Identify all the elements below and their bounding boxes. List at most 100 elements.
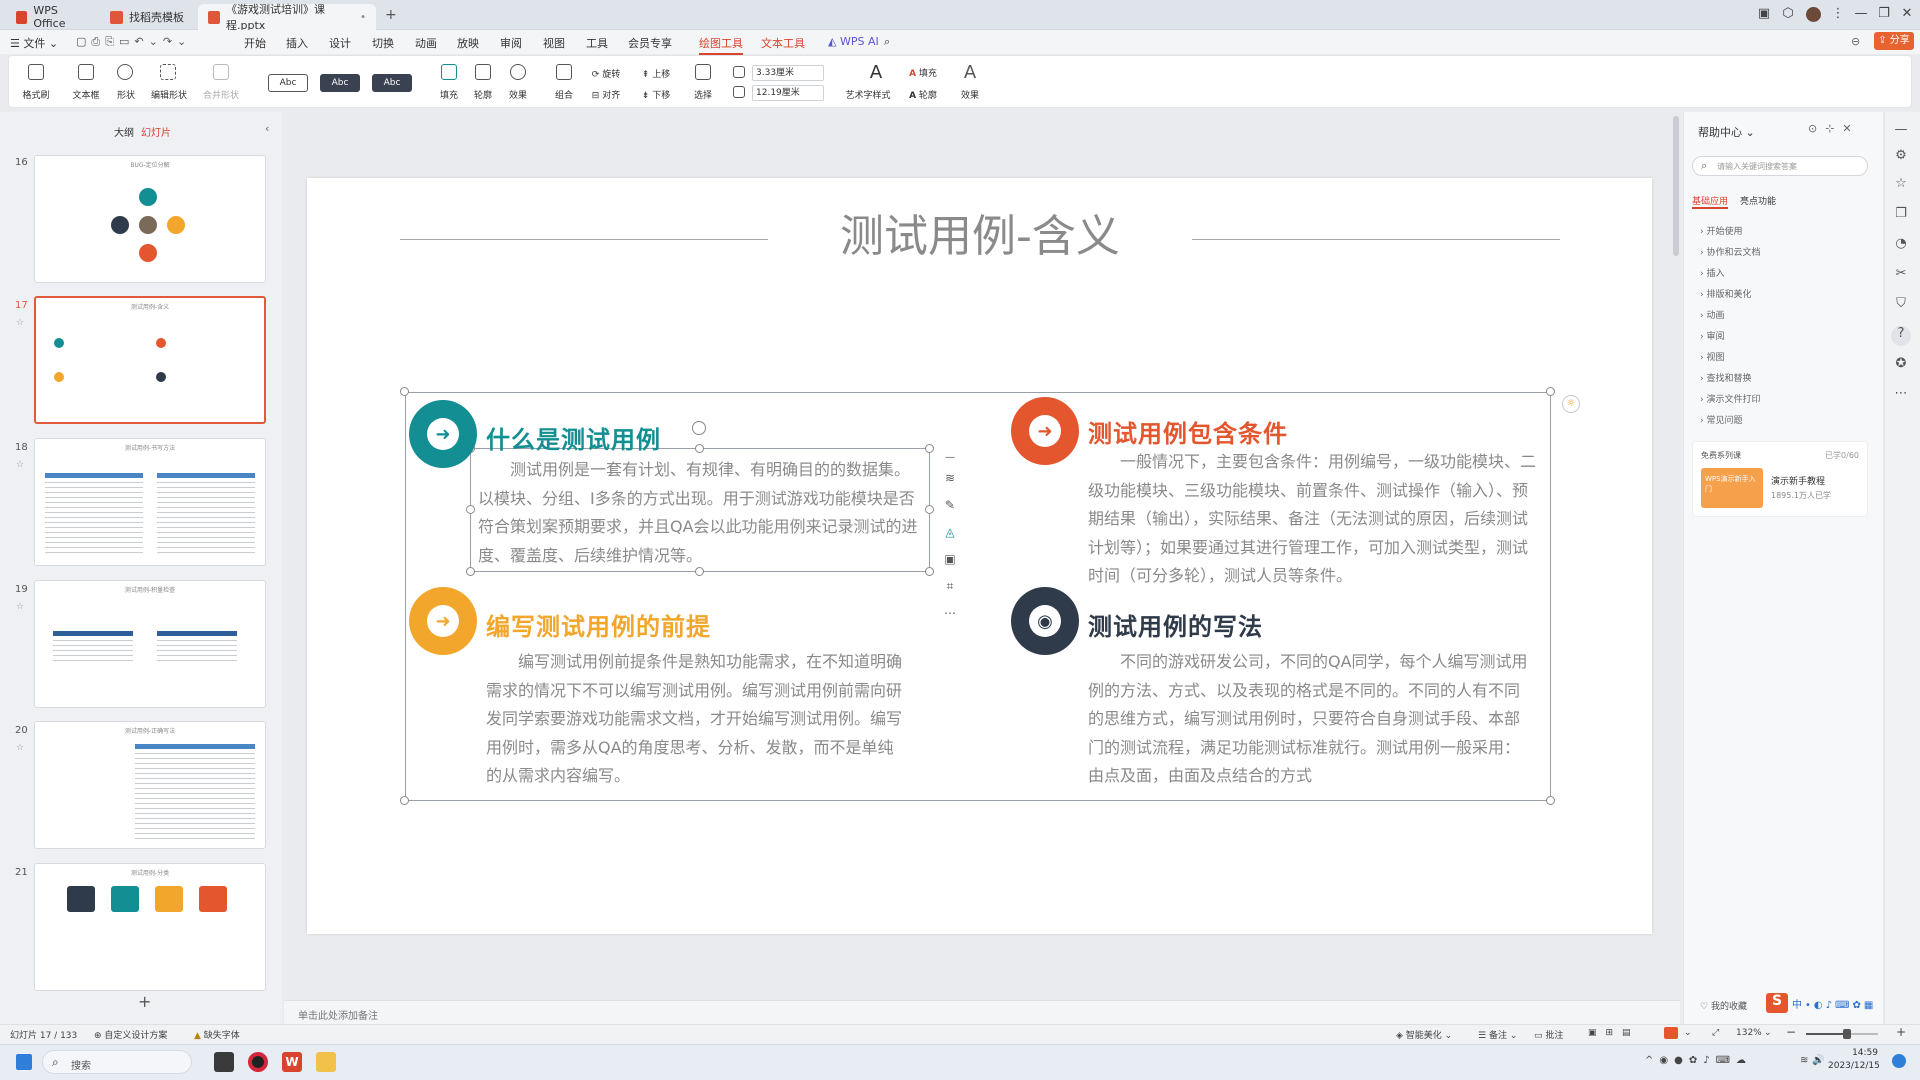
menu-wps-ai[interactable]: ◭ WPS AI xyxy=(828,35,879,48)
tab-basic-apps[interactable]: 基础应用 xyxy=(1692,194,1729,209)
outline-label[interactable]: 轮廓 xyxy=(466,88,500,101)
width-input[interactable]: 12.19厘米 xyxy=(752,85,824,101)
new-tab-icon[interactable]: + xyxy=(385,7,397,23)
add-slide-button[interactable]: + xyxy=(138,992,151,1011)
taskbar-search[interactable]: ⌕ 搜索 xyxy=(42,1050,192,1074)
effect-label[interactable]: 效果 xyxy=(501,88,535,101)
menu-review[interactable]: 审阅 xyxy=(500,35,522,51)
help-search-input[interactable]: ⌕ 请输入关键词搜索答案 xyxy=(1692,156,1868,176)
resize-handle[interactable] xyxy=(1546,387,1555,396)
resize-handle[interactable] xyxy=(466,567,475,576)
help-panel-actions-icons[interactable]: ⊙⊹✕ xyxy=(1808,122,1860,135)
group-label[interactable]: 组合 xyxy=(547,88,581,101)
comment-icon[interactable]: ⊖ xyxy=(1851,35,1860,48)
help-item[interactable]: › 动画 xyxy=(1700,308,1724,321)
windows-start-icon[interactable] xyxy=(16,1054,32,1070)
more-icon[interactable]: ⋯ xyxy=(1891,386,1911,406)
more-icon[interactable]: ⋮ xyxy=(1826,6,1850,21)
slide-thumb-21[interactable]: 测试用例-分类 xyxy=(34,863,266,991)
menu-slideshow[interactable]: 放映 xyxy=(457,35,479,51)
menu-file[interactable]: ☰ 文件 ⌄ xyxy=(10,35,58,51)
menu-design[interactable]: 设计 xyxy=(329,35,351,51)
zoom-level[interactable]: 132% xyxy=(1736,1028,1762,1038)
help-item[interactable]: › 审阅 xyxy=(1700,329,1724,342)
tools-icon[interactable]: ✂ xyxy=(1891,266,1911,286)
resize-handle[interactable] xyxy=(925,505,934,514)
menu-insert[interactable]: 插入 xyxy=(286,35,308,51)
style-preset-3[interactable]: Abc xyxy=(372,74,412,92)
shield-icon[interactable]: ⛉ xyxy=(1891,296,1911,316)
avatar[interactable] xyxy=(1806,7,1821,22)
lightbulb-icon[interactable]: ☼ xyxy=(1562,395,1580,413)
fill-label[interactable]: 填充 xyxy=(432,88,466,101)
menu-animation[interactable]: 动画 xyxy=(415,35,437,51)
notes-toggle[interactable]: ☰ 备注 ⌄ xyxy=(1478,1028,1517,1041)
select-icon[interactable] xyxy=(695,64,711,80)
play-slideshow-icon[interactable] xyxy=(1664,1027,1678,1039)
help-item[interactable]: › 插入 xyxy=(1700,266,1724,279)
tab-slides[interactable]: 幻灯片 xyxy=(141,124,171,139)
help-center-title[interactable]: 帮助中心 ⌄ xyxy=(1698,124,1755,140)
text-fill-button[interactable]: A 填充 xyxy=(900,66,946,79)
border-icon[interactable]: ▣ xyxy=(939,548,961,570)
clock-time[interactable]: 14:59 xyxy=(1838,1048,1878,1058)
group-icon[interactable] xyxy=(556,64,572,80)
system-tray-icons[interactable]: ^◉●✿♪⌨☁ xyxy=(1645,1055,1752,1066)
tab-document[interactable]: 《游戏测试培训》课程.pptx • xyxy=(198,3,376,32)
notes-pane[interactable] xyxy=(284,1000,1680,1024)
text-outline-button[interactable]: A 轮廓 xyxy=(900,88,946,101)
help-item[interactable]: › 视图 xyxy=(1700,350,1724,363)
tab-featured[interactable]: 亮点功能 xyxy=(1740,194,1776,207)
heading-what-is-test-case[interactable]: 什么是测试用例 xyxy=(486,420,661,455)
body-what-is-test-case[interactable]: 测试用例是一套有计划、有规律、有明确目的的数据集。以模块、分组、Ⅰ多条的方式出现… xyxy=(478,456,920,570)
outline-icon[interactable] xyxy=(475,64,491,80)
close-window-icon[interactable]: ✕ xyxy=(1895,6,1919,21)
bring-forward-button[interactable]: ⇞ 上移 xyxy=(636,67,676,80)
text-effect-icon[interactable]: A xyxy=(960,62,980,83)
star-icon[interactable]: ☆ xyxy=(16,460,24,470)
align-button[interactable]: ⊟ 对齐 xyxy=(586,88,626,101)
fit-icon[interactable]: ⤢ xyxy=(1712,1028,1719,1038)
help-item[interactable]: › 演示文件打印 xyxy=(1700,392,1760,405)
menu-home[interactable]: 开始 xyxy=(244,35,266,51)
missing-font-button[interactable]: ▲ 缺失字体 xyxy=(194,1028,240,1041)
tab-template[interactable]: 找稻壳模板 xyxy=(100,4,195,30)
copy-icon[interactable]: ❐ xyxy=(1891,206,1911,226)
effect-icon[interactable] xyxy=(510,64,526,80)
star-icon[interactable]: ☆ xyxy=(16,743,24,753)
clock-date[interactable]: 2023/12/15 xyxy=(1828,1061,1880,1071)
help-item[interactable]: › 开始使用 xyxy=(1700,224,1742,237)
close-tab-icon[interactable]: • xyxy=(360,12,366,23)
quick-access-icons[interactable]: ▢⎙⎘▭↶⌄↷⌄ xyxy=(76,35,191,49)
wps-app-icon[interactable]: W xyxy=(282,1052,302,1072)
tab-outline[interactable]: 大纲 xyxy=(114,124,134,139)
chart-icon[interactable]: ◔ xyxy=(1891,236,1911,256)
slide-thumb-19[interactable]: 测试用例-积量检查 xyxy=(34,580,266,708)
shape-label[interactable]: 形状 xyxy=(108,88,144,101)
rotate-button[interactable]: ⟳ 旋转 xyxy=(586,67,626,80)
text-box-icon[interactable] xyxy=(78,64,94,80)
vertical-scrollbar[interactable] xyxy=(1673,116,1679,256)
crop-icon[interactable]: ⌗ xyxy=(939,575,961,597)
badge-icon[interactable]: ✪ xyxy=(1891,356,1911,376)
star-icon[interactable]: ☆ xyxy=(16,318,24,328)
collapse-toolbar-icon[interactable]: — xyxy=(941,448,959,466)
menu-text-tools[interactable]: 文本工具 xyxy=(761,35,805,51)
format-painter-icon[interactable] xyxy=(28,64,44,80)
menu-view[interactable]: 视图 xyxy=(543,35,565,51)
help-item[interactable]: › 排版和美化 xyxy=(1700,287,1751,300)
resize-handle[interactable] xyxy=(695,444,704,453)
style-preset-1[interactable]: Abc xyxy=(268,74,308,92)
search-icon[interactable]: ⌕ xyxy=(884,35,890,49)
fill-icon[interactable] xyxy=(441,64,457,80)
comment-toggle[interactable]: ▭ 批注 xyxy=(1534,1028,1563,1041)
smart-beautify-button[interactable]: ◈ 智能美化 ⌄ xyxy=(1396,1028,1452,1041)
select-label[interactable]: 选择 xyxy=(686,88,720,101)
slide-thumb-17[interactable]: 测试用例-含义 xyxy=(34,296,266,424)
design-scheme[interactable]: ⊕ 自定义设计方案 xyxy=(94,1028,167,1041)
edit-shape-icon[interactable] xyxy=(160,64,176,80)
art-style-label[interactable]: 艺术字样式 xyxy=(841,88,895,101)
text-box-label[interactable]: 文本框 xyxy=(68,88,104,101)
view-mode-icons[interactable]: ▣⊞▤ xyxy=(1588,1028,1640,1038)
ime-toolbar-icons[interactable]: 中•◐♪⌨✿▦ xyxy=(1792,996,1876,1011)
